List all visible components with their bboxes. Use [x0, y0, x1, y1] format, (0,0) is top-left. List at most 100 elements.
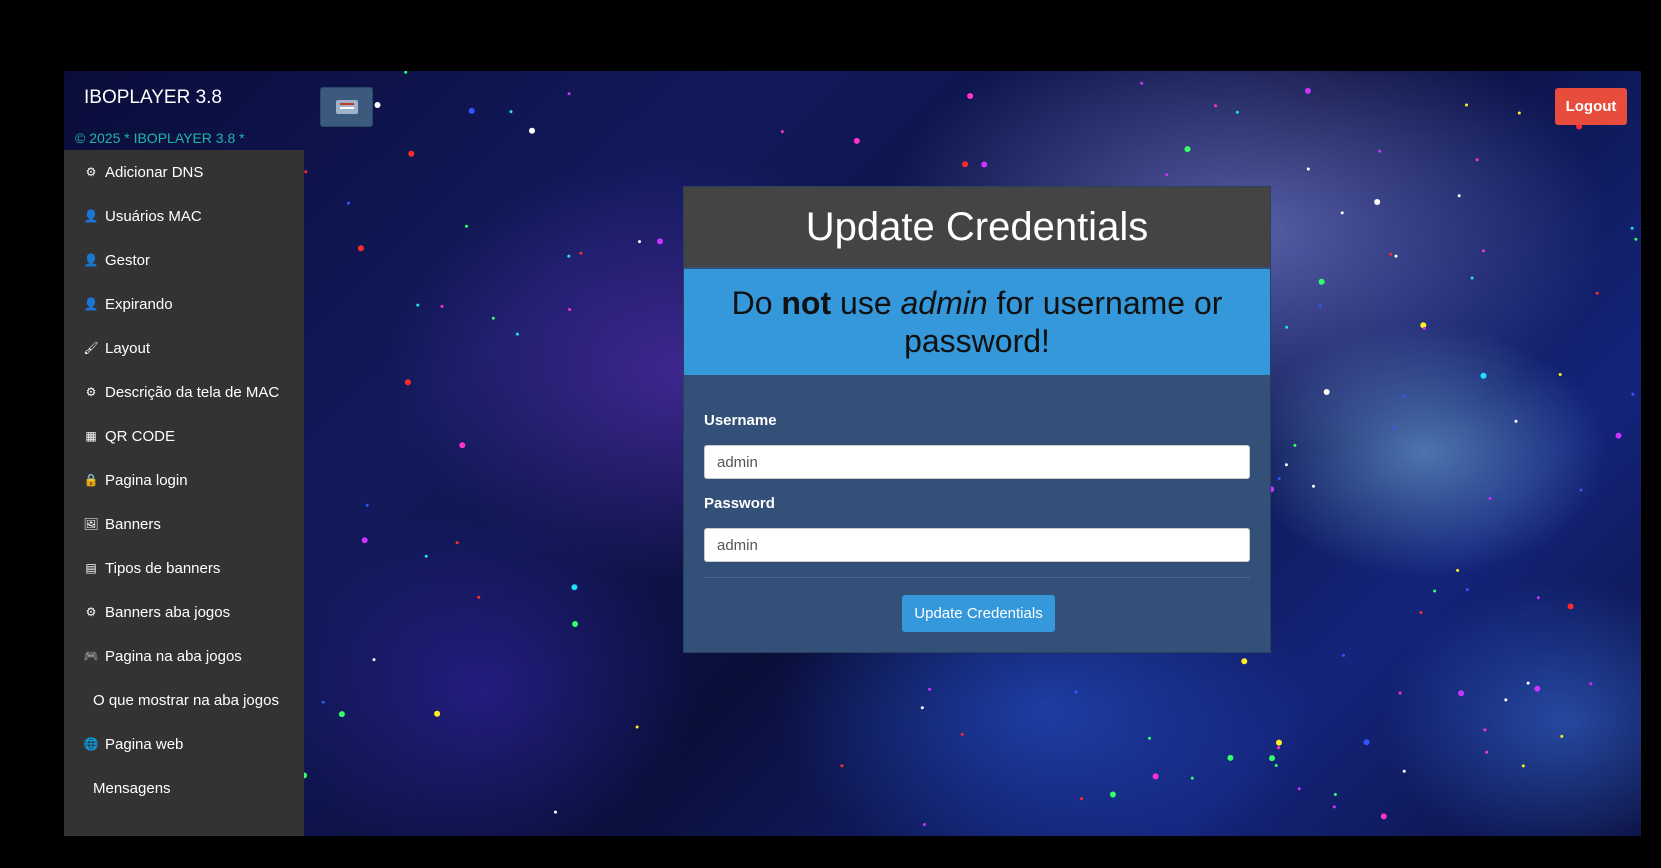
star-dot — [1074, 690, 1078, 694]
star-dot — [1276, 739, 1282, 746]
star-dot — [1394, 254, 1398, 258]
star-dot — [1526, 681, 1530, 685]
star-dot — [357, 245, 364, 252]
star-dot — [981, 161, 988, 168]
sidebar-item-label: Layout — [105, 339, 151, 357]
star-dot — [1109, 791, 1116, 798]
sidebar-item-expirando[interactable]: 👤 Expirando — [64, 282, 304, 326]
star-dot — [1318, 278, 1325, 285]
star-dot — [1480, 372, 1487, 379]
star-dot — [1579, 488, 1583, 492]
star-dot — [1227, 754, 1234, 761]
star-dot — [459, 442, 466, 449]
star-dot — [572, 621, 579, 627]
star-dot — [571, 584, 578, 591]
star-dot — [1318, 304, 1322, 308]
sidebar-item-banners[interactable]: 🖼 Banners — [64, 502, 304, 546]
star-dot — [1312, 484, 1315, 488]
star-dot — [1148, 736, 1151, 740]
sidebar-item-layout[interactable]: 🖌 Layout — [64, 326, 304, 370]
sidebar-item-label: Descrição da tela de MAC — [105, 383, 280, 401]
sidebar-item-qr-code[interactable]: ▦ QR CODE — [64, 414, 304, 458]
star-dot — [780, 130, 784, 134]
globe-icon: 🌐 — [83, 737, 99, 751]
gamepad-icon: 🎮 — [83, 649, 99, 663]
sidebar-item-label: Pagina na aba jogos — [105, 647, 242, 665]
star-dot — [1558, 373, 1562, 376]
app-window: IBOPLAYER 3.8 © 2025 * IBOPLAYER 3.8 * ⚙… — [64, 71, 1641, 836]
sidebar-item-pagina-login[interactable]: 🔒 Pagina login — [64, 458, 304, 502]
star-dot — [338, 711, 345, 718]
star-dot — [1488, 497, 1492, 500]
sidebar-item-gestor[interactable]: 👤 Gestor — [64, 238, 304, 282]
star-dot — [1631, 392, 1635, 396]
star-dot — [1521, 764, 1525, 768]
sidebar-item-pagina-aba-jogos[interactable]: 🎮 Pagina na aba jogos — [64, 634, 304, 678]
sidebar-toggle-button[interactable] — [320, 87, 373, 127]
warning-banner: Do not use admin for username or passwor… — [684, 269, 1270, 375]
star-dot — [1241, 658, 1248, 665]
logout-button[interactable]: Logout — [1555, 88, 1627, 125]
sidebar-item-label: Pagina web — [105, 735, 184, 753]
star-dot — [853, 137, 860, 144]
star-dot — [1456, 568, 1460, 572]
sidebar-item-mensagens[interactable]: Mensagens — [64, 766, 304, 810]
star-dot — [1380, 813, 1387, 820]
gear-icon: ⚙ — [85, 385, 97, 399]
star-dot — [1306, 167, 1310, 171]
star-dot — [1567, 603, 1574, 610]
star-dot — [1419, 611, 1423, 614]
sidebar-item-label: Adicionar DNS — [105, 163, 204, 181]
sidebar-item-label: Banners aba jogos — [105, 603, 231, 621]
star-dot — [1470, 276, 1474, 280]
star-dot — [1323, 389, 1330, 395]
star-dot — [1214, 104, 1217, 108]
star-dot — [515, 332, 519, 336]
star-dot — [1560, 734, 1564, 738]
star-dot — [372, 658, 376, 662]
star-dot — [424, 554, 428, 558]
star-dot — [1285, 325, 1289, 329]
sidebar-item-label: Tipos de banners — [105, 559, 221, 577]
star-dot — [321, 700, 325, 704]
sidebar-item-tipos-de-banners[interactable]: ▤ Tipos de banners — [64, 546, 304, 590]
sidebar-item-descricao-tela-mac[interactable]: ⚙ Descrição da tela de MAC — [64, 370, 304, 414]
star-dot — [1165, 173, 1169, 177]
star-dot — [1536, 596, 1540, 600]
star-dot — [960, 732, 964, 736]
star-dot — [346, 201, 350, 205]
star-dot — [1402, 769, 1406, 773]
star-dot — [304, 170, 308, 174]
username-input[interactable] — [704, 445, 1250, 479]
star-dot — [1140, 81, 1144, 85]
star-dot — [928, 687, 932, 691]
star-dot — [1475, 158, 1479, 162]
star-dot — [1340, 211, 1344, 215]
star-dot — [1333, 793, 1337, 796]
update-credentials-button[interactable]: Update Credentials — [902, 595, 1055, 632]
star-dot — [1398, 691, 1402, 695]
star-dot — [920, 706, 924, 710]
star-dot — [1402, 394, 1406, 398]
cogs-icon: ⚙ — [85, 165, 97, 179]
sidebar-item-usuarios-mac[interactable]: 👤 Usuários MAC — [64, 194, 304, 238]
sidebar-item-banners-aba-jogos[interactable]: ⚙ Banners aba jogos — [64, 590, 304, 634]
star-dot — [1514, 419, 1518, 423]
star-dot — [568, 308, 572, 311]
star-dot — [1517, 111, 1521, 115]
sidebar-item-label: O que mostrar na aba jogos — [93, 691, 279, 709]
user-icon: 👤 — [83, 297, 99, 311]
star-dot — [1190, 776, 1194, 780]
star-dot — [455, 541, 459, 545]
star-dot — [434, 710, 441, 717]
sidebar-item-o-que-mostrar[interactable]: O que mostrar na aba jogos — [64, 678, 304, 722]
sidebar-item-pagina-web[interactable]: 🌐 Pagina web — [64, 722, 304, 766]
star-dot — [840, 764, 844, 768]
star-dot — [1378, 149, 1382, 153]
star-dot — [509, 110, 513, 114]
sidebar-item-adicionar-dns[interactable]: ⚙ Adicionar DNS — [64, 150, 304, 194]
star-dot — [1457, 194, 1461, 198]
star-dot — [1184, 146, 1191, 153]
password-input[interactable] — [704, 528, 1250, 562]
brush-icon: 🖌 — [83, 341, 99, 355]
